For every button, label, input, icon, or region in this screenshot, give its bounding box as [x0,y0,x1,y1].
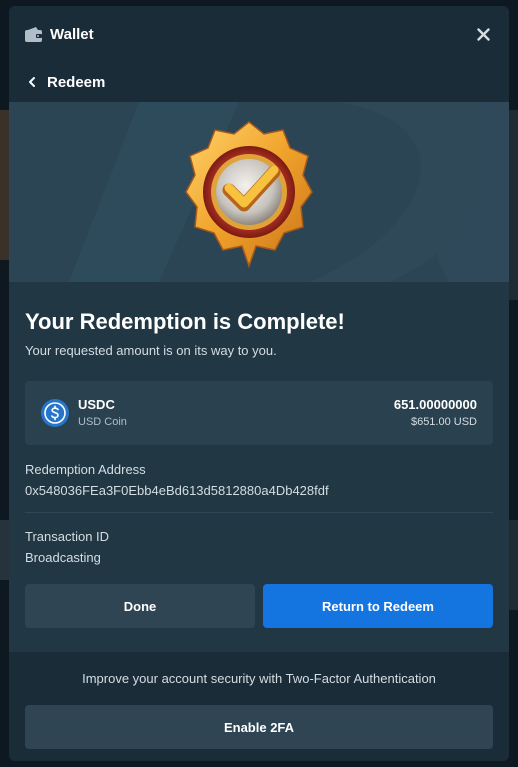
coin-amount: 651.00000000 [393,396,477,412]
done-button[interactable]: Done [25,584,255,628]
coin-name: USD Coin [78,415,127,428]
close-button[interactable] [473,24,493,44]
back-button[interactable]: Redeem [25,74,105,91]
modal-content: Your Redemption is Complete! Your reques… [9,309,509,628]
return-to-redeem-button[interactable]: Return to Redeem [263,584,493,628]
background-panel-right [509,110,518,300]
two-factor-prompt: Improve your account security with Two-F… [82,671,436,686]
redemption-address-label: Redemption Address [25,462,146,477]
usdc-icon [41,399,69,427]
coin-names: USDC USD Coin [78,397,127,430]
modal-title: Wallet [50,25,94,43]
transaction-id-block: Transaction ID Broadcasting [25,513,493,566]
action-buttons: Done Return to Redeem [25,584,493,628]
subheader: Redeem [9,62,509,102]
coin-symbol: USDC [78,396,115,412]
coin-amounts: 651.00000000 $651.00 USD [394,397,477,430]
redemption-address-value: 0x548036FEa3F0Ebb4eBd613d5812880a4Db428f… [25,483,329,498]
page-title: Your Redemption is Complete! [25,309,345,334]
modal-header: Wallet [9,6,509,62]
hero-banner [9,102,509,282]
coin-fiat-value: $651.00 USD [410,415,477,428]
chevron-left-icon [25,75,39,89]
background-panel-right-lower [509,520,518,610]
transaction-id-label: Transaction ID [25,529,110,544]
wallet-modal: Wallet Redeem Your Redemption is Complet… [9,6,509,761]
checkmark-badge-icon [185,121,313,269]
enable-2fa-button[interactable]: Enable 2FA [25,705,493,749]
coin-summary-card: USDC USD Coin 651.00000000 $651.00 USD [25,381,493,445]
back-button-label: Redeem [47,73,106,91]
wallet-icon [25,26,42,42]
page-subtitle: Your requested amount is on its way to y… [25,343,277,358]
transaction-id-value: Broadcasting [25,550,101,565]
close-icon [476,27,490,41]
redemption-address-block: Redemption Address 0x548036FEa3F0Ebb4eBd… [25,445,493,499]
two-factor-footer: Improve your account security with Two-F… [9,652,509,761]
